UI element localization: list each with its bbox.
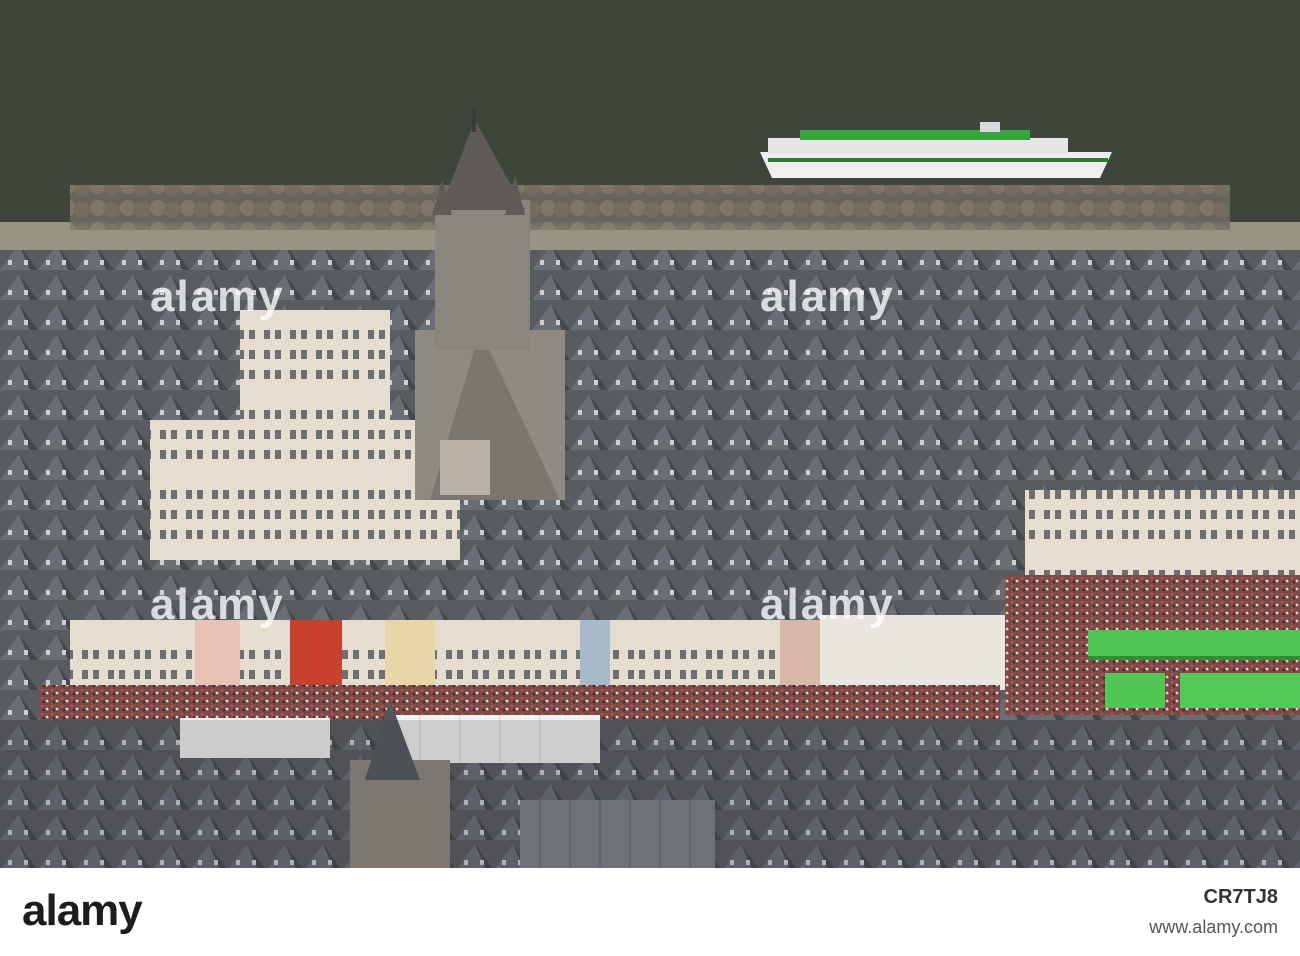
watermark-text: alamy — [150, 580, 285, 629]
facade-row-right — [1025, 490, 1300, 575]
aerial-scene — [0, 0, 1300, 868]
footer-bar: alamy CR7TJ8 www.alamy.com — [0, 868, 1300, 956]
watermark-text: alamy — [760, 580, 895, 629]
tree-line — [70, 185, 1230, 230]
alamy-logo[interactable]: alamy — [22, 886, 143, 936]
aerial-photo: alamy alamy alamy alamy — [0, 0, 1300, 868]
site-url[interactable]: www.alamy.com — [1149, 917, 1278, 938]
watermark-text: alamy — [150, 272, 285, 321]
crowd-square — [40, 685, 1000, 720]
image-id: CR7TJ8 — [1203, 886, 1278, 908]
stock-photo-page: alamy alamy alamy alamy alamy CR7TJ8 www… — [0, 0, 1300, 956]
logo-text: alamy — [22, 886, 143, 935]
apartment-block-left — [150, 420, 460, 560]
watermark-text: alamy — [760, 272, 895, 321]
image-meta: CR7TJ8 www.alamy.com — [1149, 886, 1278, 938]
